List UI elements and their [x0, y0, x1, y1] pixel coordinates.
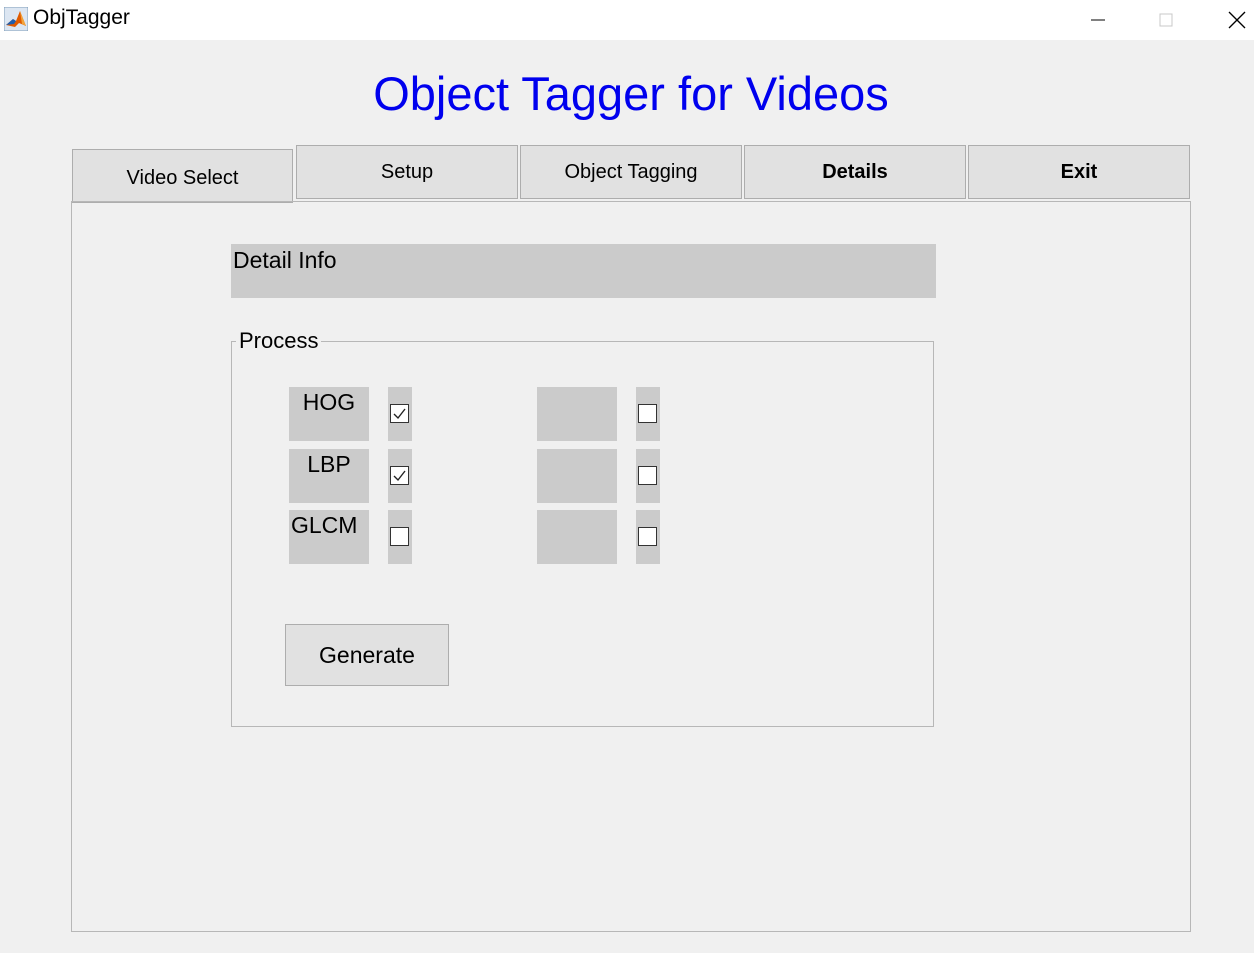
checkbox-extra-1[interactable] [636, 387, 660, 441]
feature-label-hog: HOG [289, 387, 369, 441]
check-icon [393, 470, 406, 482]
minimize-icon [1091, 19, 1105, 21]
feature-label-extra-3 [537, 510, 617, 564]
maximize-icon [1159, 13, 1173, 27]
checkbox-extra-2-box[interactable] [638, 466, 657, 485]
page-heading: Object Tagger for Videos [373, 67, 889, 120]
tab-setup[interactable]: Setup [296, 145, 518, 199]
checkbox-lbp[interactable] [388, 449, 412, 503]
checkbox-extra-3-box[interactable] [638, 527, 657, 546]
checkbox-extra-2[interactable] [636, 449, 660, 503]
checkbox-glcm-box[interactable] [390, 527, 409, 546]
checkbox-hog-box[interactable] [390, 404, 409, 423]
maximize-button[interactable] [1143, 0, 1189, 40]
close-button[interactable] [1214, 0, 1254, 40]
objtagger-window: ObjTagger Object Tagger for Videos Video… [0, 0, 1254, 953]
feature-label-extra-2 [537, 449, 617, 503]
feature-label-lbp: LBP [289, 449, 369, 503]
tab-video-select[interactable]: Video Select [72, 149, 293, 203]
detail-info-label: Detail Info [231, 244, 936, 298]
title-bar: ObjTagger [0, 0, 1254, 40]
checkbox-extra-1-box[interactable] [638, 404, 657, 423]
tab-object-tagging[interactable]: Object Tagging [520, 145, 742, 199]
tab-exit[interactable]: Exit [968, 145, 1190, 199]
checkbox-extra-3[interactable] [636, 510, 660, 564]
feature-label-extra-1 [537, 387, 617, 441]
generate-button[interactable]: Generate [285, 624, 449, 686]
check-icon [393, 408, 406, 420]
process-group-title: Process [236, 328, 322, 354]
checkbox-glcm[interactable] [388, 510, 412, 564]
close-icon [1228, 11, 1246, 29]
minimize-button[interactable] [1075, 0, 1121, 40]
checkbox-lbp-box[interactable] [390, 466, 409, 485]
matlab-app-icon [3, 6, 29, 32]
tab-details[interactable]: Details [744, 145, 966, 199]
feature-label-glcm: GLCM [289, 510, 369, 564]
window-title: ObjTagger [33, 6, 130, 29]
checkbox-hog[interactable] [388, 387, 412, 441]
